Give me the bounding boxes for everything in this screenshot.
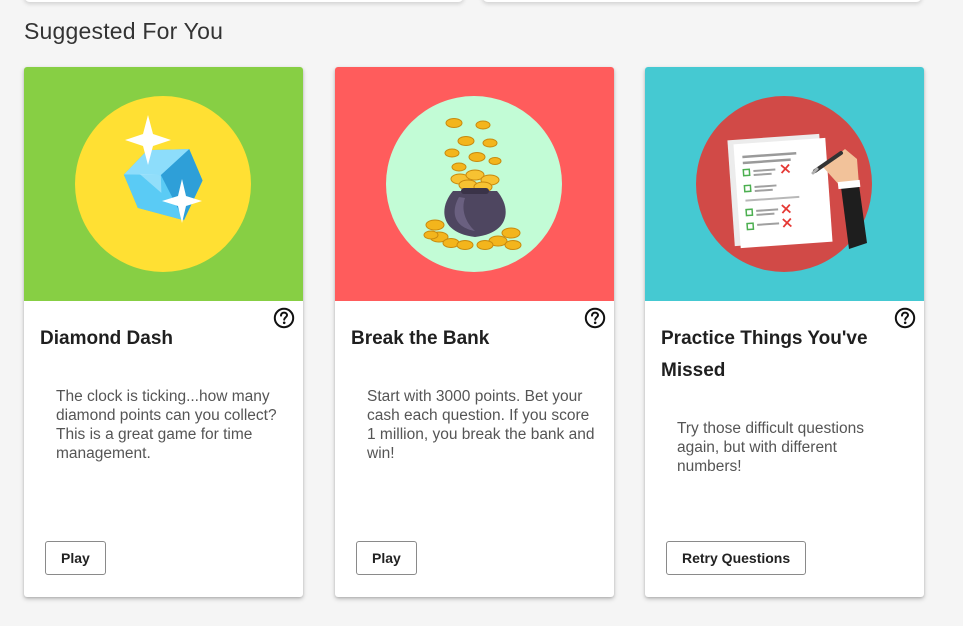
card-title: Practice Things You've Missed	[661, 328, 868, 381]
retry-questions-button[interactable]: Retry Questions	[666, 541, 807, 575]
game-card-diamond-dash: Diamond Dash The clock is ticking...how …	[24, 67, 303, 597]
help-circle-icon[interactable]	[273, 307, 295, 329]
previous-section-edge	[0, 0, 963, 8]
graded-paper-icon	[696, 96, 872, 272]
money-bag-icon	[386, 96, 562, 272]
card-banner	[335, 67, 614, 301]
card-description: Start with 3000 points. Bet your cash ea…	[367, 388, 595, 462]
diamond-icon	[75, 96, 251, 272]
card-description: The clock is ticking...how many diamond …	[56, 388, 277, 462]
game-card-break-the-bank: Break the Bank Start with 3000 points. B…	[335, 67, 614, 597]
card-title: Break the Bank	[351, 328, 490, 349]
play-button[interactable]: Play	[356, 541, 417, 575]
card-title: Diamond Dash	[40, 328, 174, 349]
previous-card-edge	[24, 0, 464, 2]
card-banner	[645, 67, 924, 301]
game-card-practice-missed: Practice Things You've Missed Try those …	[645, 67, 924, 597]
help-circle-icon[interactable]	[584, 307, 606, 329]
play-button[interactable]: Play	[45, 541, 106, 575]
help-circle-icon[interactable]	[894, 307, 916, 329]
card-banner	[24, 67, 303, 301]
section-title: Suggested For You	[24, 18, 224, 44]
previous-card-edge	[482, 0, 922, 2]
card-description: Try those difficult questions again, but…	[677, 420, 864, 475]
